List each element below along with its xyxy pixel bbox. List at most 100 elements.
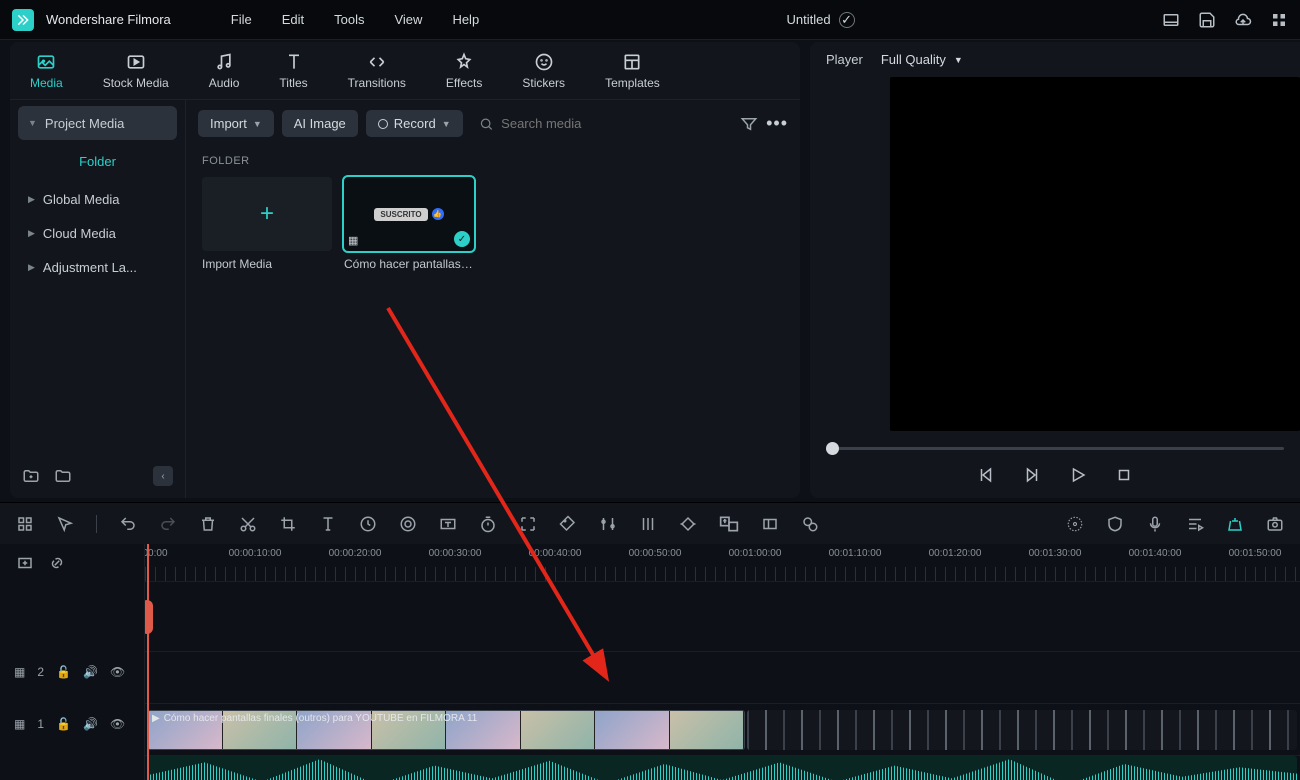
menu-view[interactable]: View <box>394 12 422 27</box>
crop-icon[interactable] <box>279 515 297 533</box>
lock-icon[interactable]: 🔓 <box>56 665 71 679</box>
add-track-icon[interactable] <box>16 554 34 572</box>
library-body: ▼ Project Media Folder ▶ Global Media ▶ … <box>10 100 800 498</box>
main-row: Media Stock Media Audio Titles Transitio… <box>0 40 1300 498</box>
next-frame-icon[interactable] <box>1023 466 1041 484</box>
auto-icon[interactable] <box>1066 515 1084 533</box>
redo-icon[interactable] <box>159 515 177 533</box>
import-media-card[interactable]: + Import Media <box>202 177 332 271</box>
cut-icon[interactable] <box>239 515 257 533</box>
timer-icon[interactable] <box>479 515 497 533</box>
menu-file[interactable]: File <box>231 12 252 27</box>
library-sidebar: ▼ Project Media Folder ▶ Global Media ▶ … <box>10 100 186 498</box>
layout-icon[interactable] <box>1162 11 1180 29</box>
save-icon[interactable] <box>1198 11 1216 29</box>
preview-slider[interactable] <box>810 431 1300 458</box>
sync-status-icon[interactable]: ✓ <box>839 12 855 28</box>
record-icon <box>378 119 388 129</box>
play-icon: ▶ <box>152 713 160 724</box>
text-icon[interactable] <box>319 515 337 533</box>
mute-icon[interactable]: 🔊 <box>83 665 98 679</box>
ai-image-button[interactable]: AI Image <box>282 110 358 137</box>
sidebar-folder[interactable]: Folder <box>18 140 177 182</box>
tab-stickers[interactable]: Stickers <box>502 42 585 99</box>
mute-icon[interactable]: 🔊 <box>83 717 98 731</box>
audio-icon <box>214 52 234 72</box>
apps-icon[interactable] <box>1270 11 1288 29</box>
speed-icon[interactable] <box>359 515 377 533</box>
tab-effects[interactable]: Effects <box>426 42 502 99</box>
video-clip-dark[interactable] <box>747 710 1297 750</box>
slider-thumb[interactable] <box>826 442 839 455</box>
track-header-2: ▦ 2 🔓 🔊 👁 <box>0 646 144 698</box>
video-track-2[interactable] <box>145 652 1300 704</box>
cursor-icon[interactable] <box>56 515 74 533</box>
menu-tools[interactable]: Tools <box>334 12 364 27</box>
marker-icon[interactable] <box>1226 515 1244 533</box>
snapshot-icon[interactable] <box>1266 515 1284 533</box>
tag-icon[interactable] <box>559 515 577 533</box>
prev-frame-icon[interactable] <box>977 466 995 484</box>
tab-transitions[interactable]: Transitions <box>328 42 426 99</box>
eye-icon[interactable]: 👁 <box>110 665 125 679</box>
tab-titles[interactable]: Titles <box>259 42 327 99</box>
adjust-icon[interactable] <box>599 515 617 533</box>
templates-icon <box>622 52 642 72</box>
cloud-upload-icon[interactable] <box>1234 11 1252 29</box>
search-icon <box>479 116 494 132</box>
layout-icon[interactable] <box>761 515 779 533</box>
video-track-1[interactable]: ▶Cómo hacer pantallas finales (outros) p… <box>145 704 1300 756</box>
text-overlay-icon[interactable] <box>439 515 457 533</box>
folder-icon[interactable] <box>54 467 72 485</box>
expand-icon[interactable] <box>519 515 537 533</box>
import-button[interactable]: Import▼ <box>198 110 274 137</box>
filter-icon[interactable] <box>740 115 758 133</box>
link-icon[interactable] <box>48 554 66 572</box>
undo-icon[interactable] <box>119 515 137 533</box>
keyframe-icon[interactable] <box>679 515 697 533</box>
timeline-ruler[interactable]: 00:00 00:00:10:00 00:00:20:00 00:00:30:0… <box>145 544 1300 582</box>
tab-audio[interactable]: Audio <box>189 42 260 99</box>
tab-media[interactable]: Media <box>10 42 83 99</box>
video-clip-main[interactable]: ▶Cómo hacer pantallas finales (outros) p… <box>147 710 745 750</box>
delete-icon[interactable] <box>199 515 217 533</box>
translate-icon[interactable] <box>719 514 739 534</box>
new-folder-icon[interactable] <box>22 467 40 485</box>
audio-track[interactable] <box>145 756 1300 780</box>
spacer-lane[interactable] <box>145 582 1300 652</box>
record-button[interactable]: Record▼ <box>366 110 463 137</box>
stop-icon[interactable] <box>1115 466 1133 484</box>
menu-edit[interactable]: Edit <box>282 12 304 27</box>
effects-icon <box>454 52 474 72</box>
playhead[interactable] <box>147 544 149 780</box>
audio-clip[interactable] <box>147 756 1297 780</box>
search-input[interactable] <box>501 116 724 131</box>
preview-header: Player Full Quality ▼ <box>810 42 1300 77</box>
more-icon[interactable]: ••• <box>766 113 788 134</box>
sidebar-collapse-button[interactable]: ‹ <box>153 466 173 486</box>
tab-templates[interactable]: Templates <box>585 42 680 99</box>
mixer-icon[interactable] <box>639 515 657 533</box>
video-track-icon[interactable]: ▦ <box>14 717 25 731</box>
menu-help[interactable]: Help <box>452 12 479 27</box>
tracks-area[interactable]: 00:00 00:00:10:00 00:00:20:00 00:00:30:0… <box>145 544 1300 780</box>
group-icon[interactable] <box>801 515 819 533</box>
quality-selector[interactable]: Full Quality ▼ <box>881 52 963 67</box>
color-icon[interactable] <box>399 515 417 533</box>
media-clip-card[interactable]: SUSCRITO 👍 ▦ ✓ Cómo hacer pantallas ... <box>344 177 474 271</box>
mic-icon[interactable] <box>1146 515 1164 533</box>
grid-icon[interactable] <box>16 515 34 533</box>
preview-video[interactable] <box>890 77 1300 431</box>
tab-stock-media[interactable]: Stock Media <box>83 42 189 99</box>
play-icon[interactable] <box>1069 466 1087 484</box>
sidebar-cloud-media[interactable]: ▶ Cloud Media <box>18 216 177 250</box>
sidebar-global-media[interactable]: ▶ Global Media <box>18 182 177 216</box>
project-title[interactable]: Untitled <box>787 12 831 27</box>
eye-icon[interactable]: 👁 <box>110 717 125 731</box>
video-track-icon[interactable]: ▦ <box>14 665 25 679</box>
playlist-icon[interactable] <box>1186 515 1204 533</box>
lock-icon[interactable]: 🔓 <box>56 717 71 731</box>
shield-icon[interactable] <box>1106 515 1124 533</box>
sidebar-adjustment-layer[interactable]: ▶ Adjustment La... <box>18 250 177 284</box>
sidebar-project-media[interactable]: ▼ Project Media <box>18 106 177 140</box>
